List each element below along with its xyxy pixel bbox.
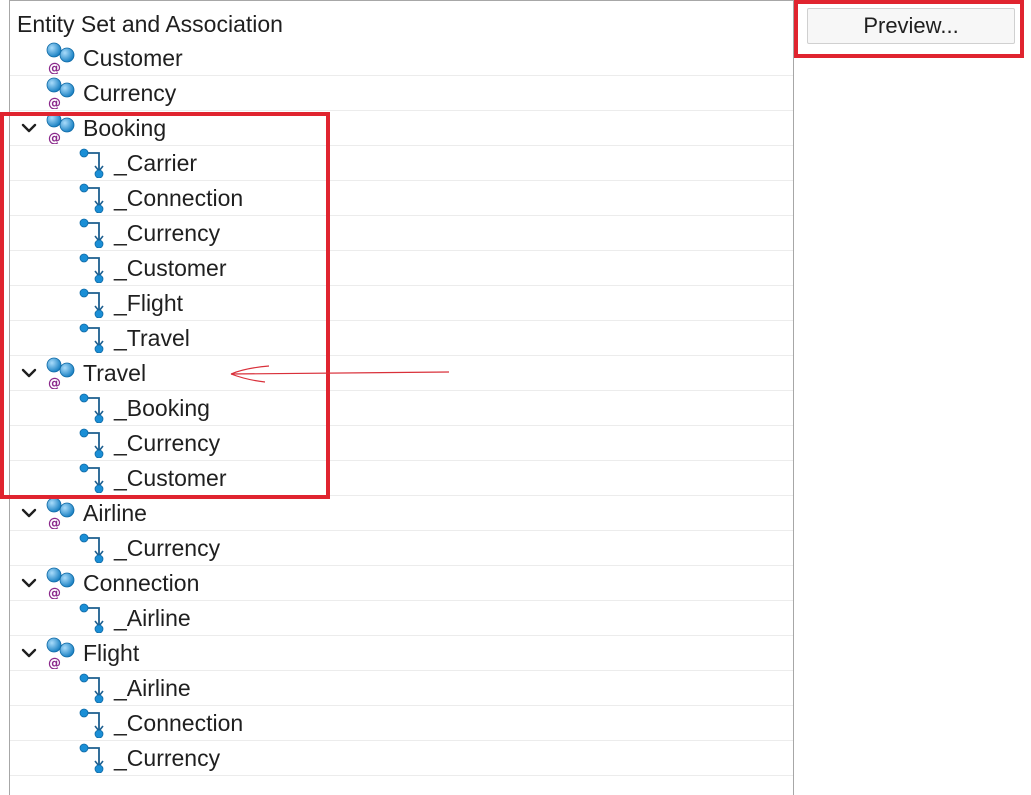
tree-item-airline[interactable]: @ Airline: [10, 496, 793, 531]
svg-text:@: @: [48, 376, 61, 389]
tree-child-item-customer[interactable]: _Customer: [10, 461, 793, 496]
entity-set-icon: @: [45, 357, 77, 391]
association-icon: [79, 743, 107, 774]
tree-item-booking[interactable]: @ Booking: [10, 111, 793, 146]
tree-item-label: Travel: [83, 360, 147, 386]
entity-set-icon: @: [45, 567, 77, 601]
association-icon: [79, 218, 107, 249]
association-icon: [79, 253, 107, 284]
tree-child-item-currency[interactable]: _Currency: [10, 426, 793, 461]
tree-item-label: _Connection: [114, 710, 244, 736]
entity-set-icon: @: [45, 637, 77, 671]
annotation-arrow: [230, 365, 450, 383]
association-icon: [79, 393, 107, 424]
tree-child-item-booking[interactable]: _Booking: [10, 391, 793, 426]
right-panel: Preview...: [795, 0, 1031, 795]
svg-text:@: @: [48, 656, 61, 669]
association-icon: [79, 533, 107, 564]
tree-item-label: Currency: [83, 80, 177, 106]
svg-text:@: @: [48, 516, 61, 529]
tree-item-label: _Currency: [114, 745, 221, 771]
association-icon: [79, 603, 107, 634]
entity-association-tree: Entity Set and Association @ Customer @ Cur…: [9, 0, 794, 795]
tree-item-connection[interactable]: @ Connection: [10, 566, 793, 601]
tree-item-label: _Customer: [114, 465, 227, 491]
tree-child-item-flight[interactable]: _Flight: [10, 286, 793, 321]
tree-item-label: Airline: [83, 500, 147, 526]
tree-child-item-connection[interactable]: _Connection: [10, 181, 793, 216]
tree-child-item-airline[interactable]: _Airline: [10, 671, 793, 706]
tree-child-item-travel[interactable]: _Travel: [10, 321, 793, 356]
association-icon: [79, 288, 107, 319]
tree-item-label: Customer: [83, 45, 183, 71]
tree-rows: @ Customer @ Currency @ Booking _Carrier _Conne…: [10, 41, 793, 776]
tree-item-currency[interactable]: @ Currency: [10, 76, 793, 111]
tree-child-item-carrier[interactable]: _Carrier: [10, 146, 793, 181]
tree-child-item-airline[interactable]: _Airline: [10, 601, 793, 636]
preview-button[interactable]: Preview...: [807, 8, 1015, 44]
entity-set-icon: @: [45, 42, 77, 76]
association-icon: [79, 148, 107, 179]
entity-set-icon: @: [45, 77, 77, 111]
chevron-down-icon[interactable]: [20, 574, 38, 592]
svg-text:@: @: [48, 96, 61, 109]
tree-child-item-connection[interactable]: _Connection: [10, 706, 793, 741]
entity-set-icon: @: [45, 497, 77, 531]
tree-item-label: _Currency: [114, 220, 221, 246]
association-icon: [79, 323, 107, 354]
tree-item-label: Connection: [83, 570, 200, 596]
entity-set-icon: @: [45, 112, 77, 146]
tree-item-label: _Customer: [114, 255, 227, 281]
tree-child-item-customer[interactable]: _Customer: [10, 251, 793, 286]
svg-text:@: @: [48, 586, 61, 599]
tree-item-label: _Flight: [114, 290, 184, 316]
tree-item-flight[interactable]: @ Flight: [10, 636, 793, 671]
tree-item-label: _Currency: [114, 535, 221, 561]
tree-item-label: _Connection: [114, 185, 244, 211]
tree-item-label: Booking: [83, 115, 167, 141]
tree-child-item-currency[interactable]: _Currency: [10, 531, 793, 566]
svg-text:@: @: [48, 61, 61, 74]
tree-item-label: _Booking: [114, 395, 210, 421]
association-icon: [79, 428, 107, 459]
chevron-down-icon[interactable]: [20, 504, 38, 522]
tree-item-label: Flight: [83, 640, 140, 666]
tree-item-label: _Airline: [114, 605, 191, 631]
association-icon: [79, 708, 107, 739]
tree-header: Entity Set and Association: [17, 11, 283, 37]
tree-item-label: _Travel: [114, 325, 190, 351]
association-icon: [79, 463, 107, 494]
association-icon: [79, 673, 107, 704]
tree-child-item-currency[interactable]: _Currency: [10, 741, 793, 776]
tree-child-item-currency[interactable]: _Currency: [10, 216, 793, 251]
association-icon: [79, 183, 107, 214]
chevron-down-icon[interactable]: [20, 119, 38, 137]
svg-text:@: @: [48, 131, 61, 144]
chevron-down-icon[interactable]: [20, 644, 38, 662]
tree-item-label: _Currency: [114, 430, 221, 456]
tree-item-customer[interactable]: @ Customer: [10, 41, 793, 76]
tree-item-label: _Carrier: [114, 150, 198, 176]
tree-item-label: _Airline: [114, 675, 191, 701]
chevron-down-icon[interactable]: [20, 364, 38, 382]
